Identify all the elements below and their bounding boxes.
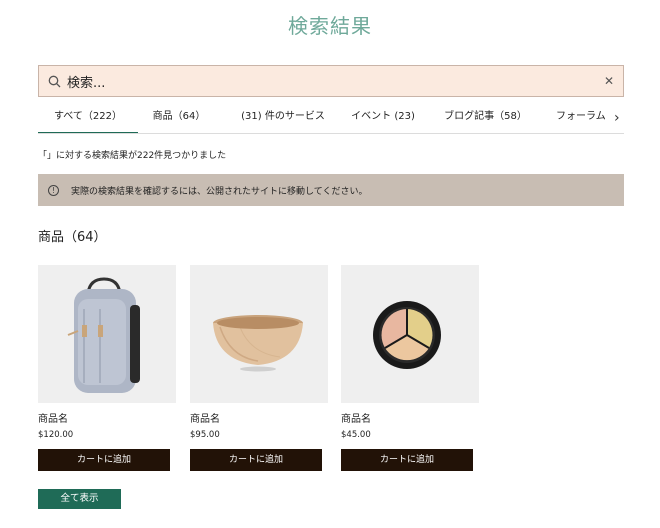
notice-text: 実際の検索結果を確認するには、公開されたサイトに移動してください。 xyxy=(71,186,368,197)
tab-blog[interactable]: ブログ記事（58） xyxy=(438,106,533,133)
tab-bar: すべて（222） 商品（64） (31) 件のサービス イベント (23) ブロ… xyxy=(38,106,624,134)
tab-all[interactable]: すべて（222） xyxy=(38,106,138,133)
product-card: 商品名 $95.00 カートに追加 xyxy=(190,265,328,471)
close-icon[interactable]: ✕ xyxy=(599,74,619,88)
concealer-palette-icon xyxy=(373,301,441,369)
info-icon: ! xyxy=(48,184,59,196)
search-icon xyxy=(47,74,61,88)
tab-events[interactable]: イベント (23) xyxy=(343,106,423,133)
show-all-button[interactable]: 全て表示 xyxy=(38,489,121,509)
product-image[interactable] xyxy=(38,265,176,403)
tab-products[interactable]: 商品（64） xyxy=(138,106,220,133)
product-image[interactable] xyxy=(341,265,479,403)
product-name[interactable]: 商品名 xyxy=(38,410,176,425)
section-title: 商品（64） xyxy=(38,230,107,245)
add-to-cart-button[interactable]: カートに追加 xyxy=(341,449,473,471)
product-image[interactable] xyxy=(190,265,328,403)
product-name[interactable]: 商品名 xyxy=(341,410,479,425)
product-card: 商品名 $45.00 カートに追加 xyxy=(341,265,479,471)
add-to-cart-button[interactable]: カートに追加 xyxy=(38,449,170,471)
notice-banner: ! 実際の検索結果を確認するには、公開されたサイトに移動してください。 xyxy=(38,174,624,206)
product-name[interactable]: 商品名 xyxy=(190,410,328,425)
product-price: $120.00 xyxy=(38,430,74,440)
result-summary: 「」に対する検索結果が222件見つかりました xyxy=(38,151,227,161)
product-price: $45.00 xyxy=(341,430,371,440)
product-price: $95.00 xyxy=(190,430,220,440)
page-title: 検索結果 xyxy=(288,14,372,38)
tab-services[interactable]: (31) 件のサービス xyxy=(228,106,338,133)
search-input[interactable]: 検索... xyxy=(67,72,599,91)
add-to-cart-button[interactable]: カートに追加 xyxy=(190,449,322,471)
product-card: 商品名 $120.00 カートに追加 xyxy=(38,265,176,471)
wooden-bowl-icon xyxy=(213,315,303,372)
backpack-icon xyxy=(67,277,140,393)
search-bar[interactable]: 検索... ✕ xyxy=(38,65,624,97)
chevron-right-icon[interactable]: › xyxy=(614,110,626,126)
